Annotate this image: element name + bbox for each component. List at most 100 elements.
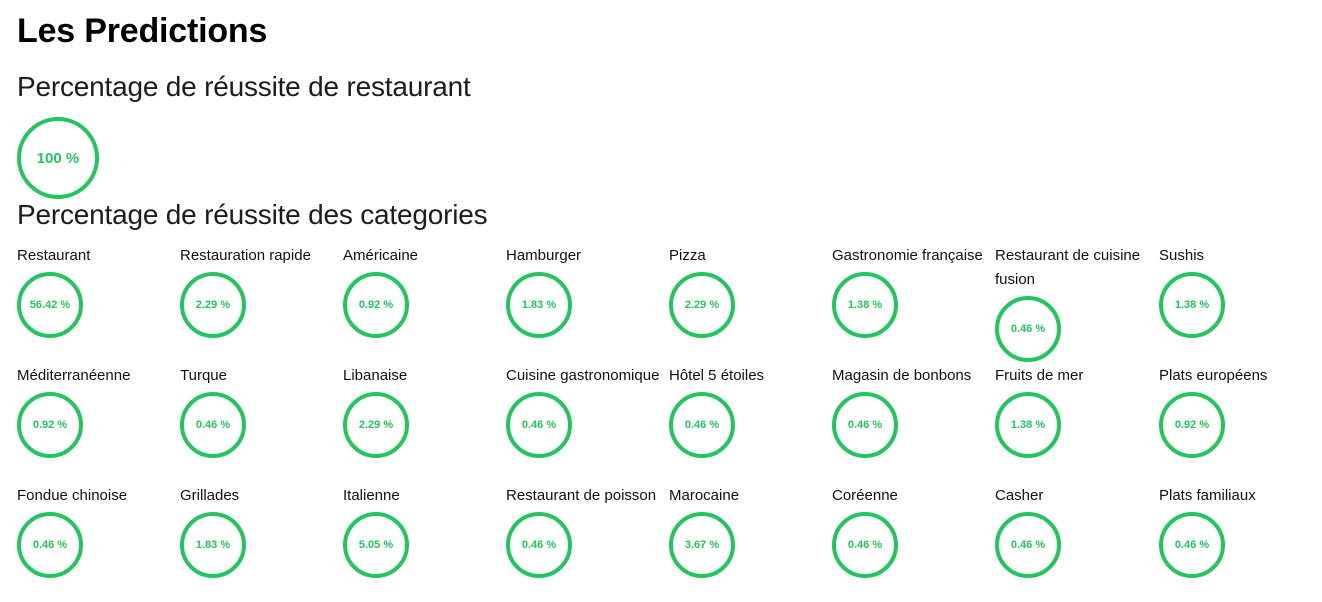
category-score-circle: 1.83 % xyxy=(180,512,246,578)
category-score-circle: 0.46 % xyxy=(832,512,898,578)
category-score-value: 0.46 % xyxy=(847,419,883,431)
category-label: Magasin de bonbons xyxy=(832,367,972,384)
category-label: Plats familiaux xyxy=(1159,487,1256,504)
category-score-value: 0.46 % xyxy=(847,539,883,551)
restaurant-score-circle: 100 % xyxy=(17,117,99,199)
category-item: Restaurant 56.42 % xyxy=(17,247,177,338)
category-score-value: 2.29 % xyxy=(684,299,720,311)
category-label: Cuisine gastronomique xyxy=(506,367,660,384)
category-item: Sushis 1.38 % xyxy=(1159,247,1319,338)
category-score-circle: 1.83 % xyxy=(506,272,572,338)
category-item: Américaine 0.92 % xyxy=(343,247,503,338)
category-item: Libanaise 2.29 % xyxy=(343,367,503,458)
category-score-value: 0.92 % xyxy=(358,299,394,311)
category-label: Restaurant xyxy=(17,247,91,264)
category-label: Méditerranéenne xyxy=(17,367,131,384)
category-item: Cuisine gastronomique 0.46 % xyxy=(506,367,666,458)
category-label: Fondue chinoise xyxy=(17,487,128,504)
category-item: Pizza 2.29 % xyxy=(669,247,829,338)
category-score-value: 0.46 % xyxy=(521,419,557,431)
category-item: Grillades 1.83 % xyxy=(180,487,340,578)
category-score-value: 0.46 % xyxy=(195,419,231,431)
category-score-value: 1.83 % xyxy=(521,299,557,311)
category-label: Américaine xyxy=(343,247,419,264)
categories-section-title: Percentage de réussite des categories xyxy=(17,199,488,230)
category-score-circle: 0.46 % xyxy=(995,296,1061,362)
restaurant-section-title: Percentage de réussite de restaurant xyxy=(17,71,471,102)
category-item: Gastronomie française 1.38 % xyxy=(832,247,992,338)
category-score-circle: 0.46 % xyxy=(995,512,1061,578)
category-label: Gastronomie française xyxy=(832,247,983,264)
category-score-circle: 0.92 % xyxy=(17,392,83,458)
category-score-circle: 3.67 % xyxy=(669,512,735,578)
category-label: Casher xyxy=(995,487,1044,504)
category-item: Restaurant de cuisine fusion 0.46 % xyxy=(995,247,1155,362)
category-score-value: 1.38 % xyxy=(847,299,883,311)
category-item: Italienne 5.05 % xyxy=(343,487,503,578)
category-item: Hôtel 5 étoiles 0.46 % xyxy=(669,367,829,458)
category-score-value: 3.67 % xyxy=(684,539,720,551)
category-label: Pizza xyxy=(669,247,706,264)
category-score-circle: 0.46 % xyxy=(669,392,735,458)
category-score-circle: 0.46 % xyxy=(1159,512,1225,578)
category-score-circle: 0.92 % xyxy=(343,272,409,338)
category-label: Plats européens xyxy=(1159,367,1268,384)
category-label: Coréenne xyxy=(832,487,898,504)
category-score-value: 5.05 % xyxy=(358,539,394,551)
category-score-value: 1.38 % xyxy=(1174,299,1210,311)
category-score-value: 0.46 % xyxy=(521,539,557,551)
category-item: Fondue chinoise 0.46 % xyxy=(17,487,177,578)
category-item: Coréenne 0.46 % xyxy=(832,487,992,578)
category-score-value: 0.92 % xyxy=(32,419,68,431)
category-score-circle: 0.46 % xyxy=(506,392,572,458)
category-item: Plats familiaux 0.46 % xyxy=(1159,487,1319,578)
category-label: Restaurant de poisson xyxy=(506,487,657,504)
category-label: Libanaise xyxy=(343,367,408,384)
category-item: Fruits de mer 1.38 % xyxy=(995,367,1155,458)
category-label: Marocaine xyxy=(669,487,740,504)
category-score-circle: 1.38 % xyxy=(832,272,898,338)
category-score-value: 1.83 % xyxy=(195,539,231,551)
category-label: Grillades xyxy=(180,487,240,504)
category-label: Hôtel 5 étoiles xyxy=(669,367,765,384)
category-score-circle: 1.38 % xyxy=(995,392,1061,458)
category-item: Turque 0.46 % xyxy=(180,367,340,458)
category-score-circle: 0.46 % xyxy=(17,512,83,578)
category-label: Italienne xyxy=(343,487,400,504)
category-item: Marocaine 3.67 % xyxy=(669,487,829,578)
category-score-circle: 56.42 % xyxy=(17,272,83,338)
category-item: Restaurant de poisson 0.46 % xyxy=(506,487,666,578)
category-score-circle: 0.46 % xyxy=(506,512,572,578)
category-label: Fruits de mer xyxy=(995,367,1084,384)
category-score-circle: 2.29 % xyxy=(180,272,246,338)
category-score-value: 0.46 % xyxy=(1010,323,1046,335)
category-score-value: 0.46 % xyxy=(1010,539,1046,551)
category-score-value: 1.38 % xyxy=(1010,419,1046,431)
category-score-circle: 5.05 % xyxy=(343,512,409,578)
page-title: Les Predictions xyxy=(17,12,268,50)
category-score-circle: 0.46 % xyxy=(180,392,246,458)
category-score-value: 0.46 % xyxy=(1174,539,1210,551)
category-score-value: 0.92 % xyxy=(1174,419,1210,431)
category-item: Méditerranéenne 0.92 % xyxy=(17,367,177,458)
category-label: Hamburger xyxy=(506,247,582,264)
category-score-value: 2.29 % xyxy=(358,419,394,431)
category-item: Casher 0.46 % xyxy=(995,487,1155,578)
category-score-circle: 2.29 % xyxy=(669,272,735,338)
category-item: Magasin de bonbons 0.46 % xyxy=(832,367,992,458)
category-score-value: 2.29 % xyxy=(195,299,231,311)
category-item: Plats européens 0.92 % xyxy=(1159,367,1319,458)
category-score-value: 56.42 % xyxy=(29,299,71,311)
category-score-circle: 0.92 % xyxy=(1159,392,1225,458)
category-score-circle: 0.46 % xyxy=(832,392,898,458)
category-label: Turque xyxy=(180,367,227,384)
category-score-circle: 2.29 % xyxy=(343,392,409,458)
category-label: Sushis xyxy=(1159,247,1205,264)
restaurant-score-value: 100 % xyxy=(36,149,80,167)
category-item: Restauration rapide 2.29 % xyxy=(180,247,340,338)
category-label: Restaurant de cuisine fusion xyxy=(995,247,1141,288)
category-score-circle: 1.38 % xyxy=(1159,272,1225,338)
category-score-value: 0.46 % xyxy=(684,419,720,431)
category-score-value: 0.46 % xyxy=(32,539,68,551)
category-label: Restauration rapide xyxy=(180,247,311,264)
